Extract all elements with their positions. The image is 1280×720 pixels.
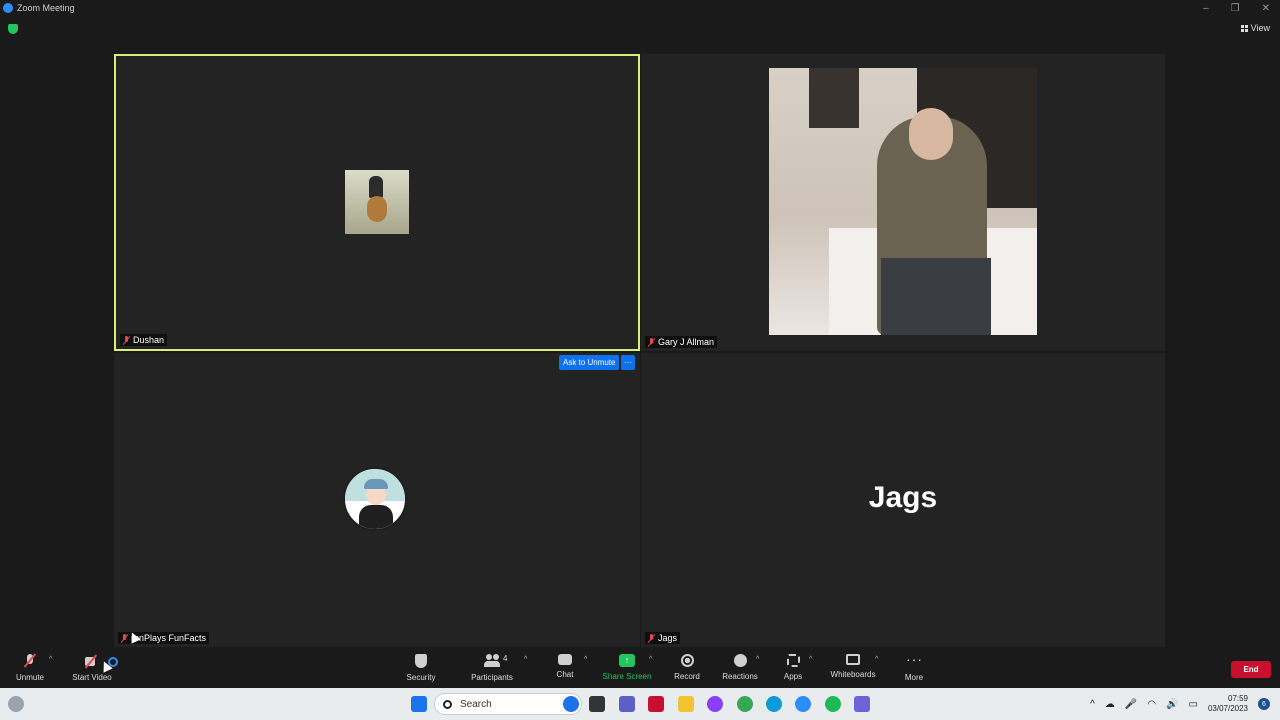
bing-icon[interactable] <box>563 696 579 712</box>
share-screen-button[interactable]: ↑ Share Screen <box>597 654 657 681</box>
windows-start-icon[interactable] <box>411 696 427 712</box>
shield-icon <box>415 654 427 668</box>
reactions-button[interactable]: Reactions <box>710 654 770 681</box>
whiteboard-icon <box>846 654 860 665</box>
task-view-icon[interactable] <box>589 696 605 712</box>
participant-name-tag: Jags <box>645 632 681 644</box>
record-icon <box>680 654 694 667</box>
window-controls: – ❐ ✕ <box>1203 0 1270 16</box>
more-dots-icon: ··· <box>906 651 923 667</box>
reactions-label: Reactions <box>722 672 758 681</box>
share-arrow-icon: ↑ <box>619 654 635 667</box>
spotify-icon[interactable] <box>825 696 841 712</box>
audio-options-caret[interactable]: ^ <box>49 656 52 663</box>
mcafee-icon[interactable] <box>648 696 664 712</box>
whiteboards-button[interactable]: Whiteboards <box>823 654 883 679</box>
security-button[interactable]: Security <box>391 654 451 682</box>
unmute-label: Unmute <box>15 673 44 682</box>
grid-icon <box>1240 24 1248 32</box>
muted-mic-icon <box>123 335 130 345</box>
video-off-icon <box>84 654 100 668</box>
teams-chat-icon[interactable] <box>619 696 635 712</box>
maximize-button[interactable]: ❐ <box>1231 3 1240 14</box>
whiteboards-caret[interactable]: ^ <box>875 656 878 663</box>
more-button[interactable]: ··· More <box>884 651 944 682</box>
participants-button[interactable]: Participants <box>462 654 522 682</box>
view-label: View <box>1250 23 1270 33</box>
video-tile-jags[interactable]: Jags Jags <box>641 353 1165 647</box>
clock-time: 07:59 <box>1227 694 1248 703</box>
participant-name: Dushan <box>133 335 165 345</box>
record-label: Record <box>674 672 700 681</box>
muted-mic-icon <box>648 633 655 643</box>
end-meeting-button[interactable]: End <box>1231 661 1271 678</box>
participants-icon <box>484 654 500 668</box>
participant-name-tag: Dushan <box>120 334 168 346</box>
system-tray: ^ ☁ 🎤 ◠ 🔊 ▭ 07:59 03/07/2023 6 <box>1090 688 1280 720</box>
share-screen-label: Share Screen <box>602 672 652 681</box>
apps-caret[interactable]: ^ <box>809 656 812 663</box>
video-tile-gary[interactable]: Gary J Allman <box>641 54 1165 351</box>
messenger-icon[interactable] <box>707 696 723 712</box>
encryption-shield-icon[interactable] <box>8 24 18 34</box>
share-caret[interactable]: ^ <box>649 656 652 663</box>
zoom-logo-icon <box>3 3 13 13</box>
os-taskbar: Search ^ ☁ 🎤 ◠ 🔊 ▭ 07:59 03/07/2023 6 <box>0 688 1280 720</box>
tile-more-options-button[interactable]: ··· <box>621 355 635 370</box>
profile-photo <box>769 68 1037 335</box>
microphone-icon[interactable]: 🎤 <box>1125 699 1137 710</box>
participant-name: ronPlays FunFacts <box>131 633 207 643</box>
profile-picture <box>345 170 409 234</box>
video-tile-dushan[interactable]: Dushan <box>114 54 640 351</box>
taskbar-search-input[interactable]: Search <box>434 693 582 715</box>
volume-icon[interactable]: 🔊 <box>1166 699 1178 710</box>
notification-badge[interactable]: 6 <box>1258 698 1270 710</box>
view-button[interactable]: View <box>1240 23 1270 33</box>
edge-icon[interactable] <box>766 696 782 712</box>
clock[interactable]: 07:59 03/07/2023 <box>1208 694 1248 714</box>
more-label: More <box>904 673 924 682</box>
chrome-icon[interactable] <box>737 696 753 712</box>
cloud-icon[interactable]: ☁ <box>1105 699 1115 710</box>
zoom-app-icon[interactable] <box>795 696 811 712</box>
participant-display-name: Jags <box>868 481 938 514</box>
participants-label: Participants <box>471 673 513 682</box>
file-explorer-icon[interactable] <box>678 696 694 712</box>
muted-mic-icon <box>648 337 655 347</box>
start-video-label: Start Video <box>72 673 112 682</box>
record-button[interactable]: Record <box>657 654 717 681</box>
meeting-toolbar: Unmute ^ Start Video Security Participan… <box>0 652 1280 688</box>
chat-bubble-icon <box>558 654 572 665</box>
security-label: Security <box>406 673 436 682</box>
participant-name: Jags <box>658 633 678 643</box>
profile-picture <box>343 467 407 531</box>
window-title: Zoom Meeting <box>17 3 75 13</box>
search-placeholder: Search <box>460 698 492 710</box>
apps-icon <box>786 654 800 667</box>
tray-overflow-chevron[interactable]: ^ <box>1090 699 1095 710</box>
whiteboards-label: Whiteboards <box>830 670 876 679</box>
chat-label: Chat <box>556 670 574 679</box>
video-tile-funfacts[interactable]: ronPlays FunFacts <box>114 353 640 647</box>
reactions-caret[interactable]: ^ <box>756 656 759 663</box>
chat-caret[interactable]: ^ <box>584 656 587 663</box>
participants-caret[interactable]: ^ <box>524 656 527 663</box>
title-bar: Zoom Meeting – ❐ ✕ <box>0 0 1280 16</box>
participant-name: Gary J Allman <box>658 337 715 347</box>
clock-date: 03/07/2023 <box>1207 704 1248 713</box>
weather-widget-icon[interactable] <box>8 696 24 712</box>
emoji-icon <box>733 654 747 667</box>
apps-label: Apps <box>783 672 803 681</box>
settings-gear-icon[interactable] <box>854 696 870 712</box>
muted-microphone-icon <box>22 654 38 668</box>
minimize-button[interactable]: – <box>1203 3 1209 14</box>
participants-count: 4 <box>503 654 508 663</box>
participant-name-tag: Gary J Allman <box>645 336 718 348</box>
close-button[interactable]: ✕ <box>1262 3 1270 14</box>
ask-to-unmute-button[interactable]: Ask to Unmute <box>559 355 620 370</box>
search-icon <box>443 699 452 709</box>
battery-icon[interactable]: ▭ <box>1189 699 1198 710</box>
apps-button[interactable]: Apps <box>763 654 823 681</box>
wifi-icon[interactable]: ◠ <box>1147 699 1156 710</box>
